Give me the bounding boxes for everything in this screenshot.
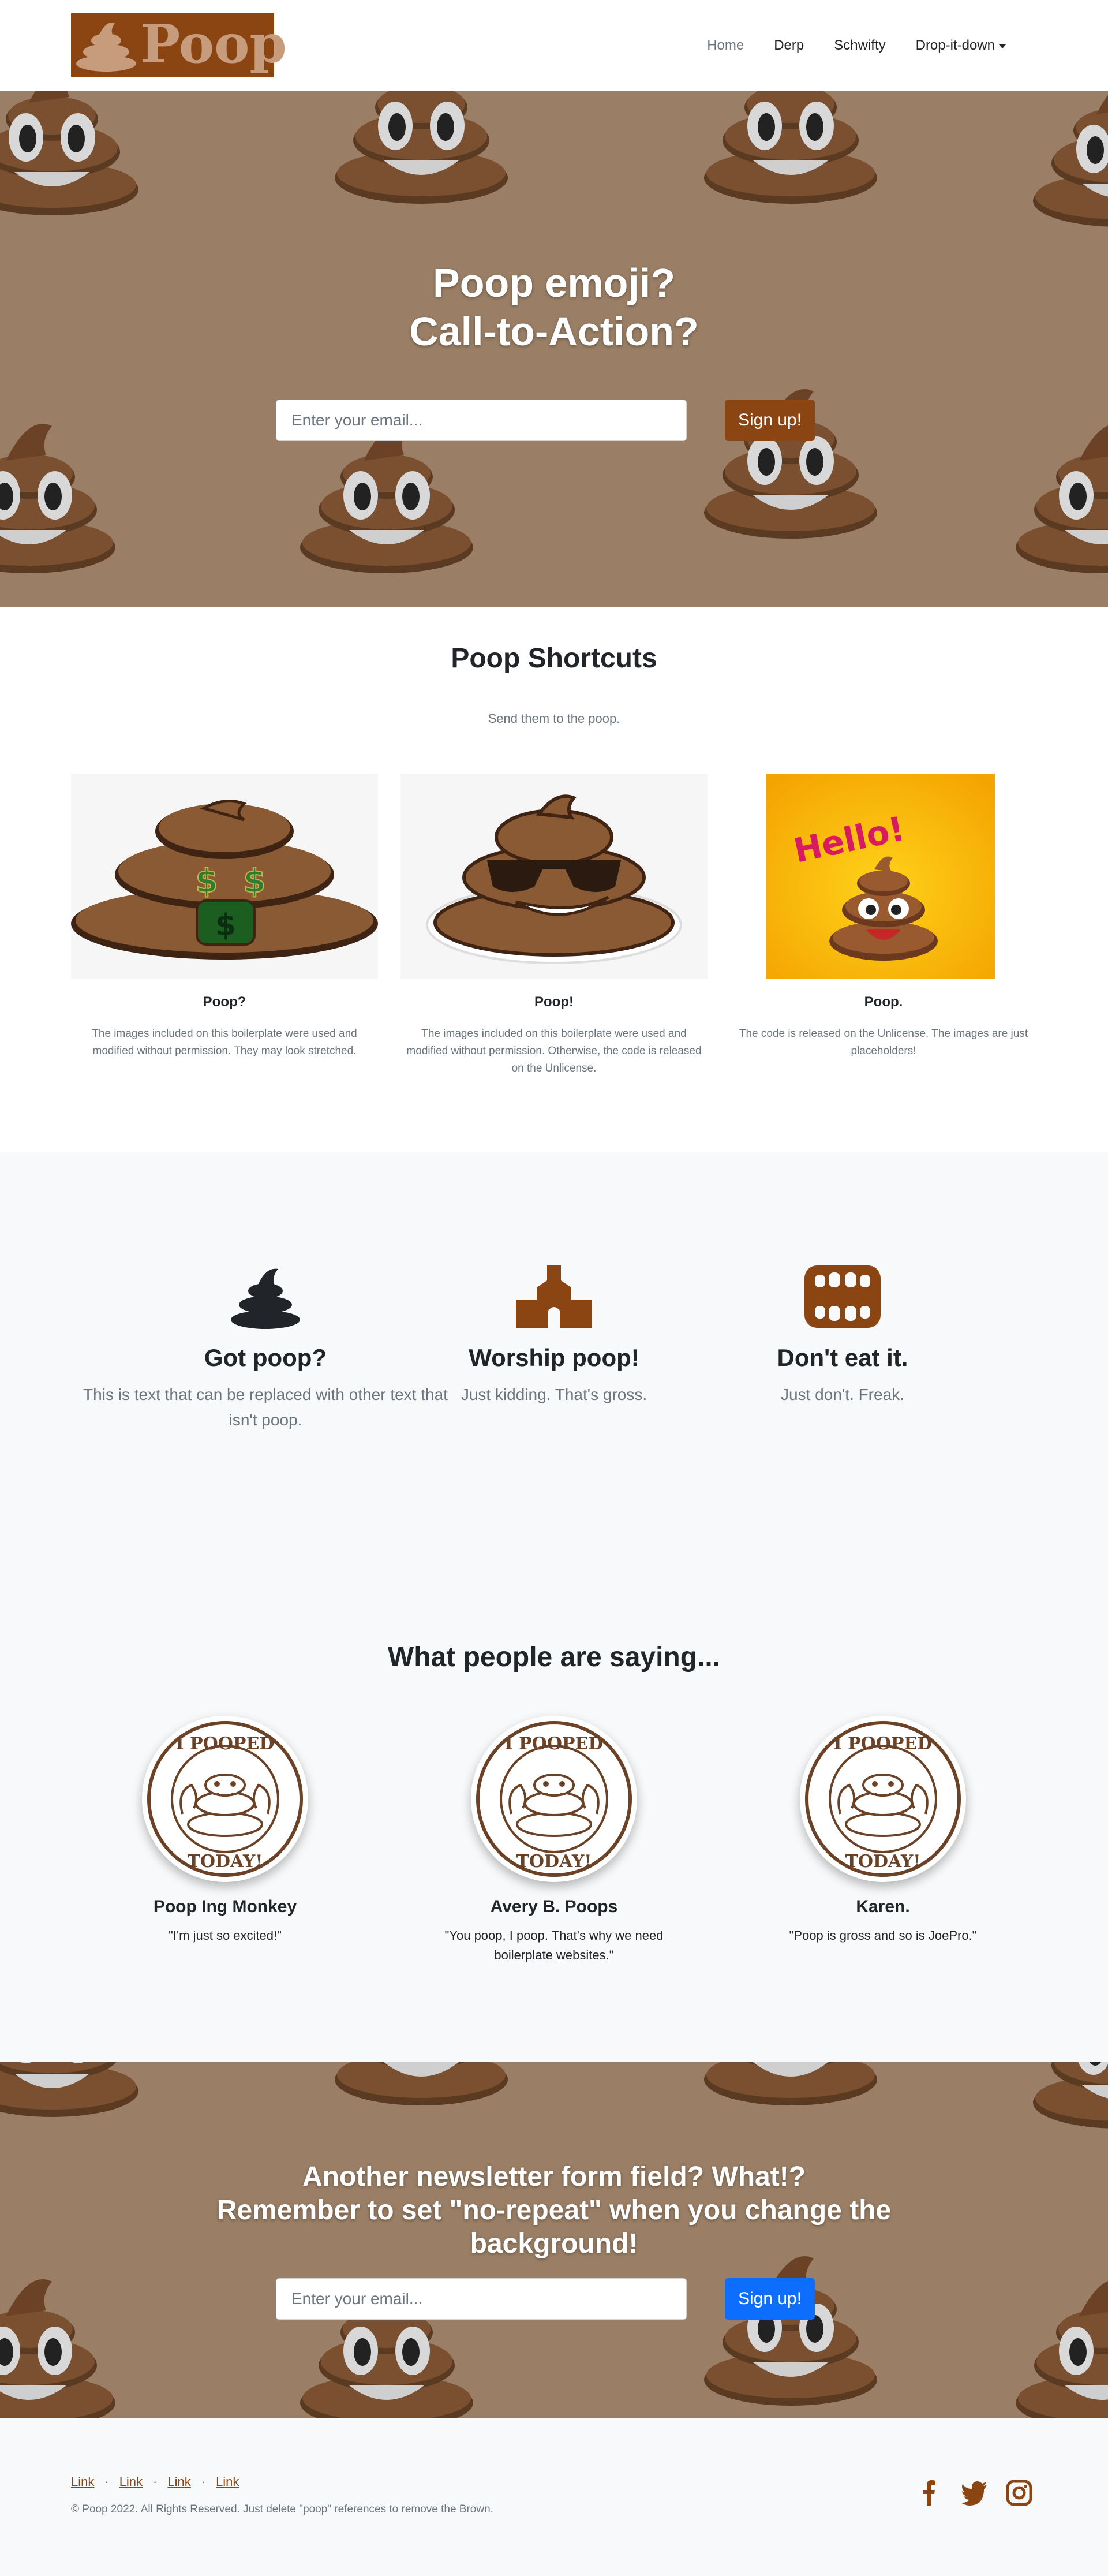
footer-link-3[interactable]: Link (167, 2474, 190, 2489)
card-title-1: Poop? (203, 994, 246, 1010)
testimonial-name-1: Poop Ing Monkey (153, 1897, 297, 1916)
hero-title: Poop emoji? Call-to-Action? (0, 259, 1108, 356)
nav-item-schwifty[interactable]: Schwifty (819, 33, 900, 58)
navbar: Poop Home Derp Schwifty Drop-it-down (0, 0, 1108, 91)
footer-link-4[interactable]: Link (216, 2474, 239, 2489)
svg-text:$: $ (196, 863, 218, 900)
footer-separator: · (153, 2474, 158, 2489)
nav-menu: Home Derp Schwifty Drop-it-down (692, 33, 1021, 58)
hero-title-line2: Call-to-Action? (409, 309, 699, 354)
hero-title-line1: Poop emoji? (433, 260, 675, 305)
feature-text-3: Just don't. Freak. (781, 1386, 904, 1403)
feature-text-2: Just kidding. That's gross. (461, 1386, 647, 1403)
footer-link-2[interactable]: Link (119, 2474, 143, 2489)
newsletter-email-input[interactable] (276, 2278, 687, 2320)
testimonial-name-3: Karen. (856, 1897, 910, 1916)
facebook-icon[interactable] (915, 2479, 943, 2507)
hello-poop-image: Hello! (766, 774, 995, 979)
footer-separator: · (201, 2474, 206, 2489)
feature-text-1: This is text that can be replaced with o… (83, 1386, 448, 1429)
avatar-1: I POOPED TODAY! (142, 1716, 308, 1882)
shortcuts-title: Poop Shortcuts (451, 643, 657, 674)
hero-signup-button[interactable]: Sign up! (725, 400, 815, 441)
card-text-2: The images included on this boilerplate … (406, 1028, 702, 1074)
svg-text:I POOPED: I POOPED (505, 1734, 604, 1754)
nav-item-dropdown[interactable]: Drop-it-down (901, 33, 1021, 58)
poop-icon (231, 1268, 300, 1329)
svg-text:I POOPED: I POOPED (834, 1734, 933, 1754)
feature-title-3: Don't eat it. (777, 1344, 908, 1371)
instagram-icon[interactable] (1005, 2479, 1033, 2507)
money-eyes-poop-image: $ $ $ (71, 800, 378, 960)
feature-title-2: Worship poop! (469, 1344, 639, 1371)
shortcuts-subtitle: Send them to the poop. (488, 711, 620, 726)
poop-logo-icon (76, 22, 136, 72)
svg-text:$: $ (244, 863, 266, 900)
svg-text:I POOPED: I POOPED (176, 1734, 275, 1754)
card-image-hello-poop[interactable]: Hello! (730, 774, 1037, 979)
card-image-cool-poop[interactable] (400, 774, 708, 979)
footer-link-1[interactable]: Link (71, 2474, 94, 2489)
avatar-2: I POOPED TODAY! (471, 1716, 637, 1882)
testimonial-quote-2: "You poop, I poop. That's why we need bo… (444, 1928, 664, 1962)
svg-text:TODAY!: TODAY! (516, 1851, 592, 1872)
church-icon (516, 1265, 592, 1328)
testimonial-name-2: Avery B. Poops (490, 1897, 618, 1916)
i-pooped-today-badge: I POOPED TODAY! (800, 1716, 966, 1882)
newsletter-title: Another newsletter form field? What!? Re… (0, 2160, 1108, 2261)
hero-email-input[interactable] (276, 400, 687, 441)
footer-separator: · (104, 2474, 109, 2489)
newsletter-title-line3: background! (470, 2228, 638, 2259)
newsletter-title-line1: Another newsletter form field? What!? (302, 2161, 806, 2192)
svg-text:TODAY!: TODAY! (188, 1851, 263, 1872)
i-pooped-today-badge: I POOPED TODAY! (471, 1716, 637, 1882)
feature-title-1: Got poop? (204, 1344, 327, 1371)
avatar-3: I POOPED TODAY! (800, 1716, 966, 1882)
teeth-icon (804, 1265, 881, 1328)
nav-item-derp[interactable]: Derp (759, 33, 819, 58)
card-text-3: The code is released on the Unlicense. T… (739, 1028, 1028, 1057)
card-text-1: The images included on this boilerplate … (92, 1028, 357, 1057)
card-image-money-poop[interactable]: $ $ $ (71, 774, 378, 979)
newsletter-signup-button[interactable]: Sign up! (725, 2278, 815, 2320)
newsletter-title-line2: Remember to set "no-repeat" when you cha… (216, 2195, 892, 2226)
testimonials-title: What people are saying... (387, 1642, 721, 1672)
testimonial-quote-3: "Poop is gross and so is JoePro." (789, 1928, 977, 1943)
footer-copyright: © Poop 2022. All Rights Reserved. Just d… (71, 2503, 493, 2515)
brand-text: Poop (140, 13, 287, 75)
twitter-icon[interactable] (960, 2479, 988, 2507)
brand-logo[interactable]: Poop (71, 13, 287, 77)
hero-section: Poop emoji? Call-to-Action? Sign up! (0, 91, 1108, 607)
testimonial-quote-1: "I'm just so excited!" (169, 1928, 282, 1943)
caret-down-icon (998, 43, 1006, 48)
sunglasses-poop-image (426, 794, 682, 964)
nav-dropdown-label: Drop-it-down (915, 38, 995, 53)
nav-item-home[interactable]: Home (692, 33, 759, 58)
svg-text:TODAY!: TODAY! (845, 1851, 921, 1872)
i-pooped-today-badge: I POOPED TODAY! (142, 1716, 308, 1882)
card-title-2: Poop! (534, 994, 574, 1010)
newsletter-section: Another newsletter form field? What!? Re… (0, 2062, 1108, 2418)
svg-text:$: $ (215, 908, 236, 943)
footer-links: Link · Link · Link · Link (71, 2474, 239, 2489)
card-title-3: Poop. (864, 994, 903, 1010)
